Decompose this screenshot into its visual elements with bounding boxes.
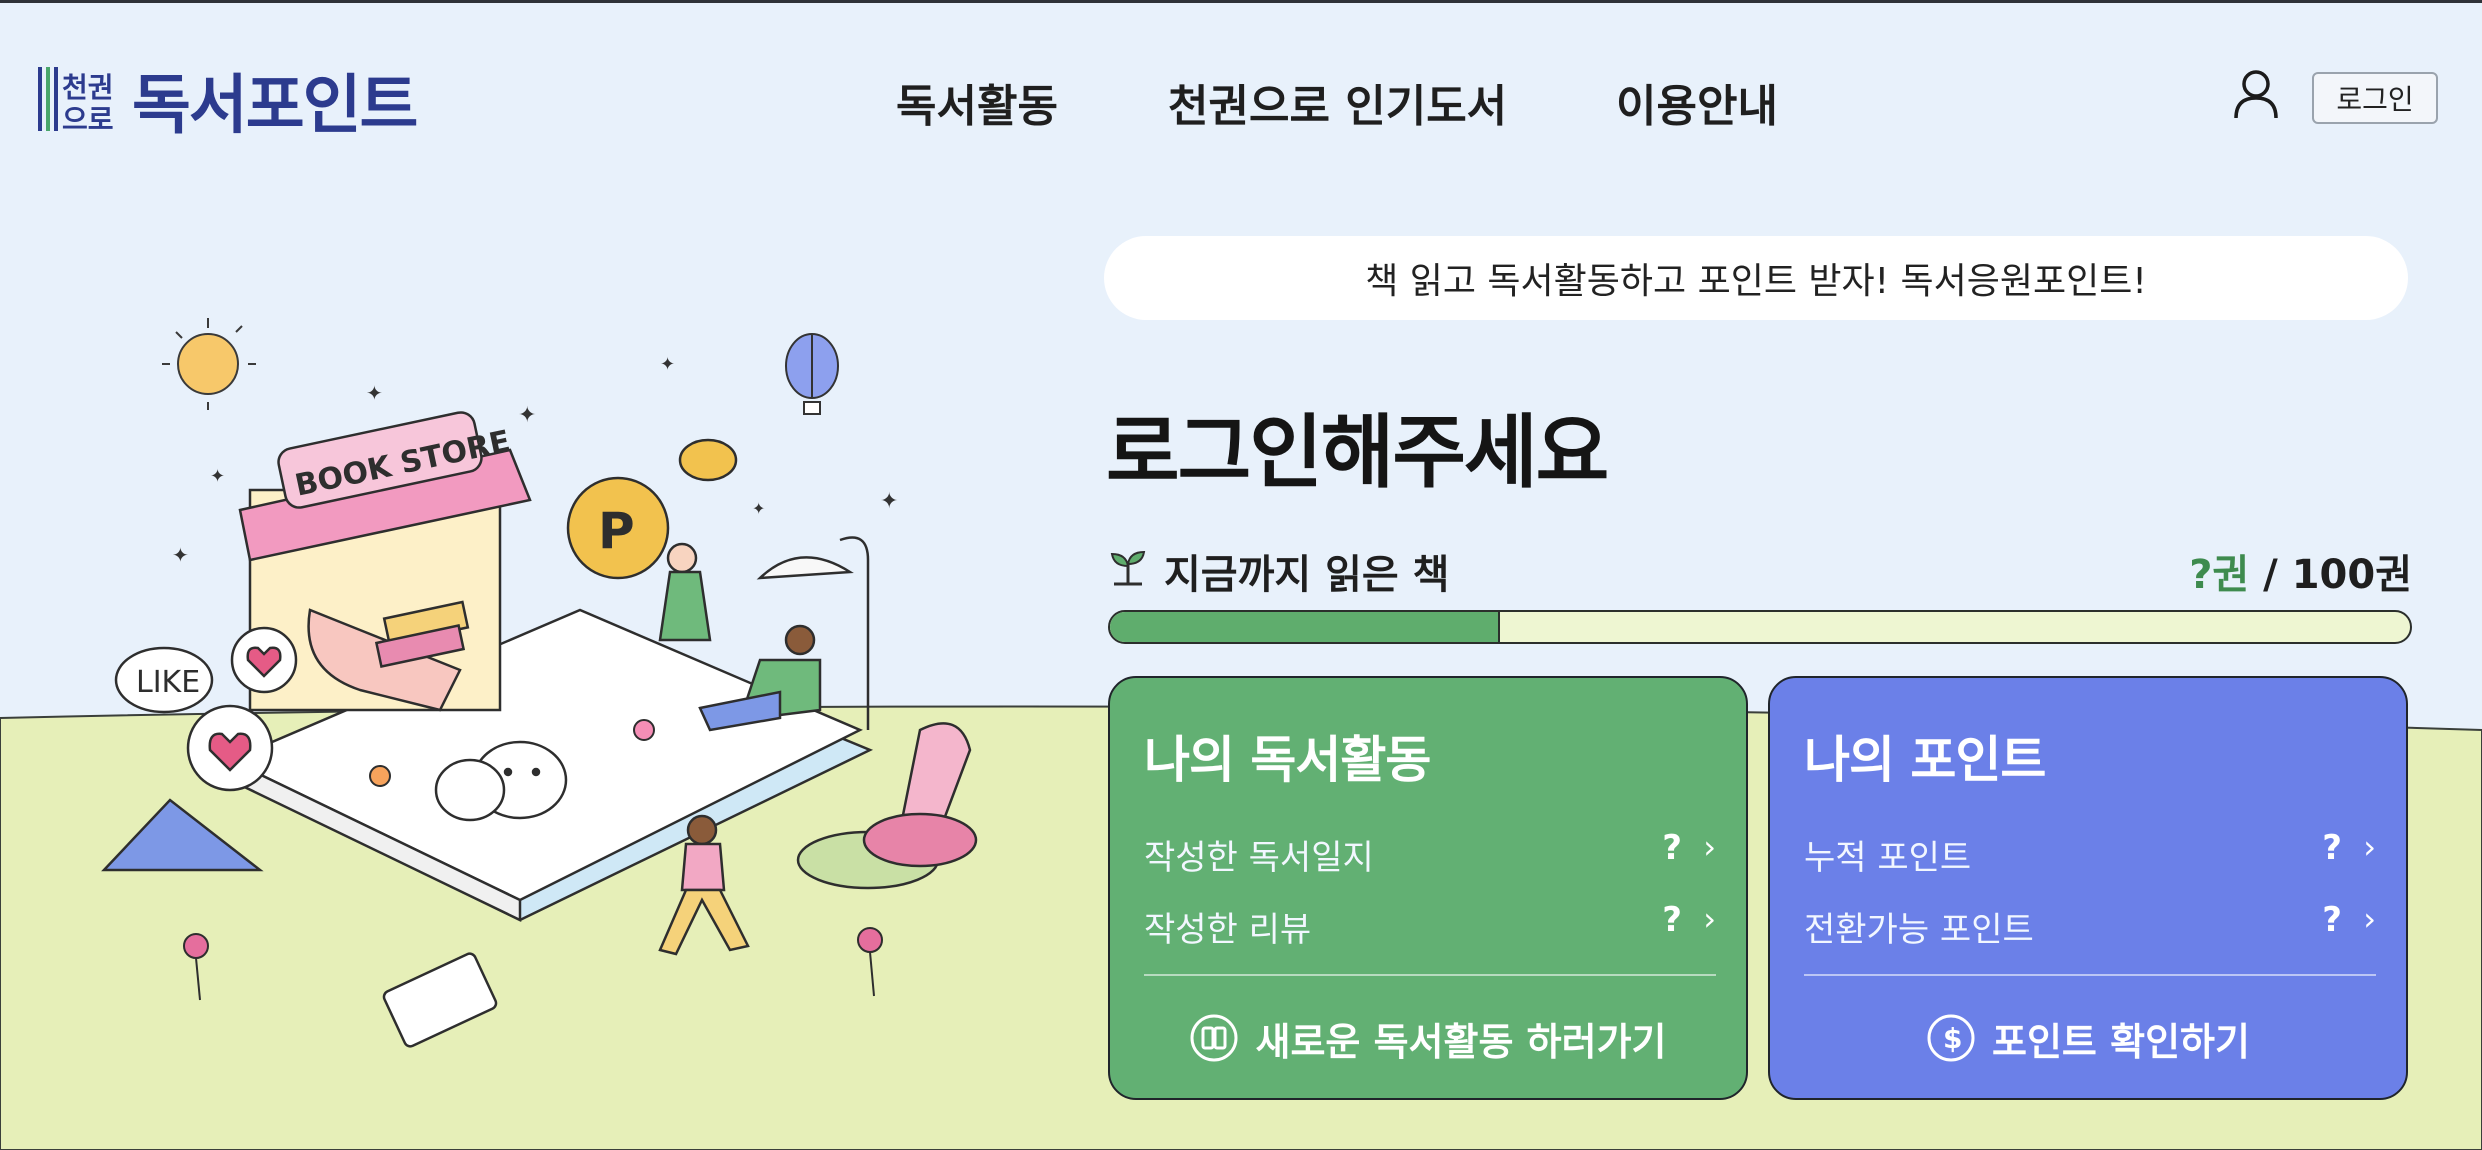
check-points-label: 포인트 확인하기 [1992,1019,2250,1064]
reviews-label: 작성한 리뷰 [1144,910,1312,950]
books-read-row: 지금까지 읽은 책 ?권 / 100권 [1108,536,2412,598]
books-read-separator: / [2249,552,2292,598]
book-icon [1190,1014,1238,1062]
book-tent [101,798,264,872]
like-bubble: LIKE [114,646,214,714]
points-card-title: 나의 포인트 [1804,731,2046,789]
new-activity-button[interactable]: 새로운 독서활동 하러가기 [1110,1008,1746,1068]
svg-text:$: $ [1943,1022,1962,1055]
nav-item-popular-books[interactable]: 천권으로 인기도서 [1168,70,1507,134]
user-icon[interactable] [2232,68,2280,120]
svg-text:✦: ✦ [172,543,189,567]
bookstore-illustration: ✦ ✦ ✦ ✦ ✦ ✦ ✦ BOOK STORE P LIKE [101,318,978,1048]
sun-icon [162,318,256,410]
new-activity-label: 새로운 독서활동 하러가기 [1255,1019,1667,1064]
my-activity-card: 나의 독서활동 작성한 독서일지 ? › 작성한 리뷰 ? › 새로운 독서활동… [1108,676,1748,1100]
card-divider [1804,974,2376,976]
svg-text:✦: ✦ [518,403,536,428]
main-nav: 독서활동 천권으로 인기도서 이용안내 [0,70,2482,132]
books-read-total: 100권 [2291,552,2412,598]
journals-label: 작성한 독서일지 [1144,838,1374,878]
journals-value: ? [1662,828,1682,868]
chevron-right-icon: › [2363,900,2376,938]
promo-banner: 책 읽고 독서활동하고 포인트 받자! 독서응원포인트! [1104,236,2408,320]
chevron-right-icon: › [2363,828,2376,866]
svg-text:✦: ✦ [880,489,898,514]
svg-text:✦: ✦ [752,499,765,518]
activity-row-journals[interactable]: 작성한 독서일지 ? › [1144,826,1716,878]
balloon-icon [785,333,839,415]
my-points-card: 나의 포인트 누적 포인트 ? › 전환가능 포인트 ? › $ 포인트 확인하… [1768,676,2408,1100]
chevron-right-icon: › [1703,900,1716,938]
chevron-right-icon: › [1703,828,1716,866]
reviews-value: ? [1662,900,1682,940]
accumulated-points-value: ? [2322,828,2342,868]
svg-text:✦: ✦ [210,466,225,487]
dollar-icon: $ [1927,1014,1975,1062]
notebook-icon [382,952,498,1048]
login-prompt-title: 로그인해주세요 [1106,406,1609,499]
window-top-border [0,0,2482,3]
books-read-label: 지금까지 읽은 책 [1164,552,1450,598]
svg-text:✦: ✦ [660,354,675,375]
convertible-points-value: ? [2322,900,2342,940]
card-divider [1144,974,1716,976]
activity-row-reviews[interactable]: 작성한 리뷰 ? › [1144,898,1716,950]
reading-progress-bar [1108,610,2412,644]
check-points-button[interactable]: $ 포인트 확인하기 [1770,1008,2406,1068]
sprout-icon [1110,550,1146,586]
coin-letter: P [598,502,635,560]
nav-item-guide[interactable]: 이용안내 [1616,70,1778,134]
points-row-accumulated[interactable]: 누적 포인트 ? › [1804,826,2376,878]
reading-progress-fill [1110,612,1500,642]
accumulated-points-label: 누적 포인트 [1804,838,1972,878]
like-bubble-text: LIKE [136,665,200,700]
coin-icon: P [566,438,738,580]
books-read-current: ?권 [2189,552,2250,598]
activity-card-title: 나의 독서활동 [1144,731,1431,789]
nav-item-reading-activity[interactable]: 독서활동 [896,70,1058,134]
login-button[interactable]: 로그인 [2312,72,2438,124]
books-read-count: ?권 / 100권 [2189,542,2412,600]
svg-text:✦: ✦ [366,381,383,405]
convertible-points-label: 전환가능 포인트 [1804,910,2034,950]
points-row-convertible[interactable]: 전환가능 포인트 ? › [1804,898,2376,950]
